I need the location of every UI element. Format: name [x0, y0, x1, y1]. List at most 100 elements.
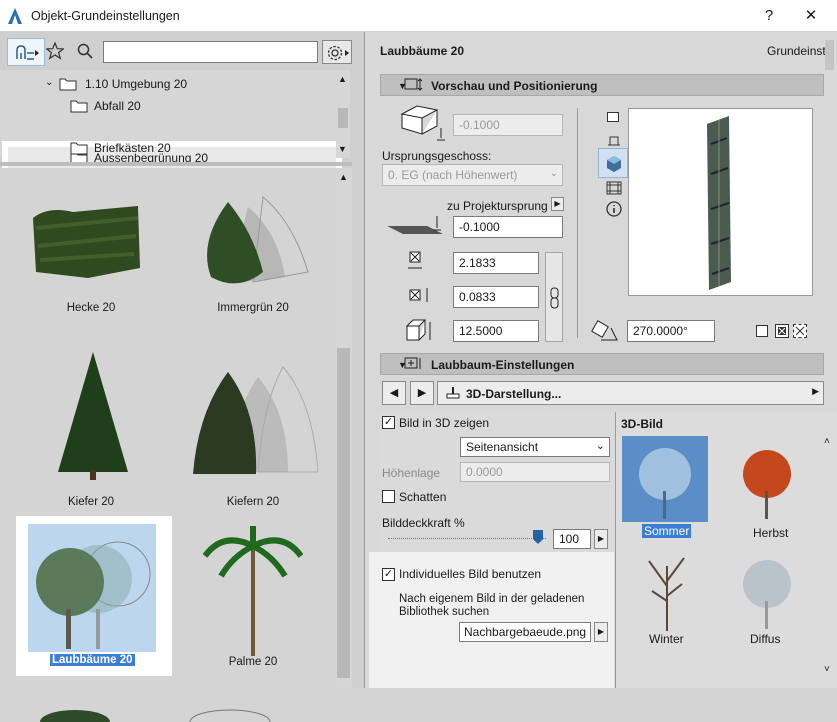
splitter[interactable] [0, 162, 352, 166]
season-label: Diffus [750, 632, 781, 646]
prev-page-button[interactable]: ◀ [382, 381, 406, 405]
object-type-button[interactable] [7, 38, 45, 66]
deckkraft-menu-button[interactable]: ▶ [594, 529, 608, 549]
thumb-label: Kiefer 20 [67, 496, 115, 508]
thumb-laubbaeume[interactable]: Laubbäume 20 [16, 516, 172, 676]
thumb-hecke[interactable]: Hecke 20 [18, 190, 168, 320]
search-input[interactable] [103, 41, 318, 63]
schatten-checkbox[interactable] [382, 490, 395, 503]
mirror-y-button[interactable] [793, 324, 807, 338]
object-thumbnail-grid: Hecke 20 Immergrün 20 Kiefer 20 Kiefern … [0, 168, 335, 722]
view-dropdown[interactable]: Seitenansicht ⌄ [460, 437, 610, 457]
deciduous-image [36, 541, 151, 649]
film-icon[interactable] [605, 180, 623, 196]
preview-section-title: Vorschau und Positionierung [431, 79, 598, 93]
tree-scrollbar[interactable]: ▲ ▼ [336, 70, 350, 158]
image-gallery: 3D-Bild Sommer Herbst Winter Diffus ˄ ˅ [616, 412, 837, 688]
project-origin-icon [387, 216, 443, 234]
folder-icon [70, 100, 88, 113]
file-field[interactable]: Nachbargebaeude.png [459, 622, 591, 642]
show3d-checkbox[interactable]: ✓ [382, 416, 395, 429]
scroll-thumb[interactable] [338, 108, 348, 128]
search-icon[interactable] [76, 42, 94, 60]
next-page-button[interactable]: ▶ [410, 381, 434, 405]
tree-item-briefkaesten[interactable]: Briefkästen 20 [70, 140, 320, 158]
thumb-label: Palme 20 [228, 656, 278, 668]
title-bar: Objekt-Grundeinstellungen ? ✕ [0, 0, 837, 32]
view-section-icon[interactable] [605, 132, 623, 148]
indiv-checkbox[interactable]: ✓ [382, 568, 395, 581]
thumb-label: Kiefern 20 [226, 496, 280, 508]
individual-image-panel: ✓ Individuelles Bild benutzen Nach eigen… [369, 552, 614, 688]
page-dropdown[interactable]: 3D-Darstellung... ▶ [437, 381, 824, 405]
thumb-label: Immergrün 20 [217, 302, 289, 314]
show3d-label: Bild in 3D zeigen [399, 416, 490, 430]
page-dropdown-label: 3D-Darstellung... [466, 387, 562, 401]
season-sommer-tile[interactable] [622, 436, 708, 522]
info-icon[interactable] [605, 200, 623, 218]
depth-icon [409, 288, 428, 302]
season-label-selected: Sommer [642, 524, 692, 538]
thumb-kiefer[interactable]: Kiefer 20 [18, 352, 168, 508]
scroll-down-icon[interactable]: ˅ [824, 664, 830, 675]
rotation-angle-icon [591, 320, 618, 341]
scroll-up-icon[interactable]: ▲ [339, 172, 348, 182]
mirror-x-button[interactable] [775, 324, 789, 338]
evergreen-image [207, 196, 309, 284]
mirror-off-button[interactable] [756, 325, 768, 337]
close-button[interactable]: ✕ [801, 6, 821, 26]
paint-brush-icon [446, 387, 460, 399]
width-field[interactable]: 2.1833 [453, 252, 539, 274]
tree-item-label: Briefkästen 20 [94, 141, 171, 155]
proportion-lock-button[interactable] [545, 252, 563, 342]
folder-icon [70, 142, 88, 155]
depth-field[interactable]: 0.0833 [453, 286, 539, 308]
projekt-menu-button[interactable]: ▶ [551, 197, 564, 211]
tree-item-umgebung[interactable]: ⌄ 1.10 Umgebung 20 [45, 76, 325, 94]
hoehenlage-field[interactable]: 0.0000 [460, 462, 610, 482]
autumn-tree-image[interactable] [724, 436, 810, 522]
tree-item-abfall[interactable]: Abfall 20 [70, 98, 320, 116]
view-3d-button[interactable] [598, 148, 628, 178]
file-menu-button[interactable]: ▶ [594, 622, 608, 642]
scroll-down-icon[interactable]: ▼ [338, 144, 347, 154]
cube-3d-icon [607, 156, 621, 172]
thumbnail-scrollbar[interactable]: ▲ [335, 168, 352, 688]
angle-field[interactable]: 270.0000° [627, 320, 715, 342]
chain-link-icon [550, 287, 559, 309]
scroll-thumb[interactable] [337, 348, 350, 678]
chevron-down-icon: ⌄ [549, 168, 558, 179]
gallery-scrollbar[interactable]: ˄ ˅ [822, 432, 836, 682]
thumb-kiefern[interactable]: Kiefern 20 [178, 352, 328, 508]
settings-button[interactable] [322, 40, 352, 64]
height-field[interactable]: 12.5000 [453, 320, 539, 342]
thumb-label-selected: Laubbäume 20 [50, 654, 135, 666]
height-icon [405, 319, 431, 341]
hoehenlage-label: Höhenlage [382, 466, 441, 480]
favorites-star-icon[interactable] [46, 42, 64, 60]
scroll-up-icon[interactable]: ˄ [824, 436, 830, 447]
deckkraft-slider-track[interactable] [388, 538, 546, 540]
expand-chevron-icon[interactable]: ⌄ [45, 77, 53, 88]
projekt-label: zu Projektursprung [447, 199, 548, 213]
width-icon [408, 251, 422, 269]
diffuse-tree-image[interactable] [724, 546, 810, 632]
thumb-palme[interactable]: Palme 20 [178, 516, 328, 676]
winter-tree-image[interactable] [624, 546, 710, 632]
tree-item-label: 1.10 Umgebung 20 [85, 77, 188, 91]
deckkraft-field[interactable]: 100 [553, 529, 591, 549]
preview-section-header[interactable]: ▼ Vorschau und Positionierung [380, 74, 824, 96]
help-button[interactable]: ? [759, 6, 779, 26]
gallery-title: 3D-Bild [621, 417, 663, 431]
archicad-logo-icon [8, 8, 22, 24]
projekt-origin-field[interactable]: -0.1000 [453, 216, 563, 238]
scroll-up-icon[interactable]: ▲ [338, 74, 347, 84]
deckkraft-slider-thumb[interactable] [533, 530, 543, 544]
view-plan-button[interactable] [607, 112, 619, 122]
summer-tree-image [639, 448, 691, 519]
thumb-immergruen[interactable]: Immergrün 20 [178, 190, 328, 320]
origin-label: Ursprungsgeschoss: [382, 149, 492, 163]
settings-section-header[interactable]: ▼ Laubbaum-Einstellungen [380, 353, 824, 375]
elevation-field[interactable]: -0.1000 [453, 114, 563, 136]
origin-dropdown[interactable]: 0. EG (nach Höhenwert) ⌄ [382, 164, 563, 186]
